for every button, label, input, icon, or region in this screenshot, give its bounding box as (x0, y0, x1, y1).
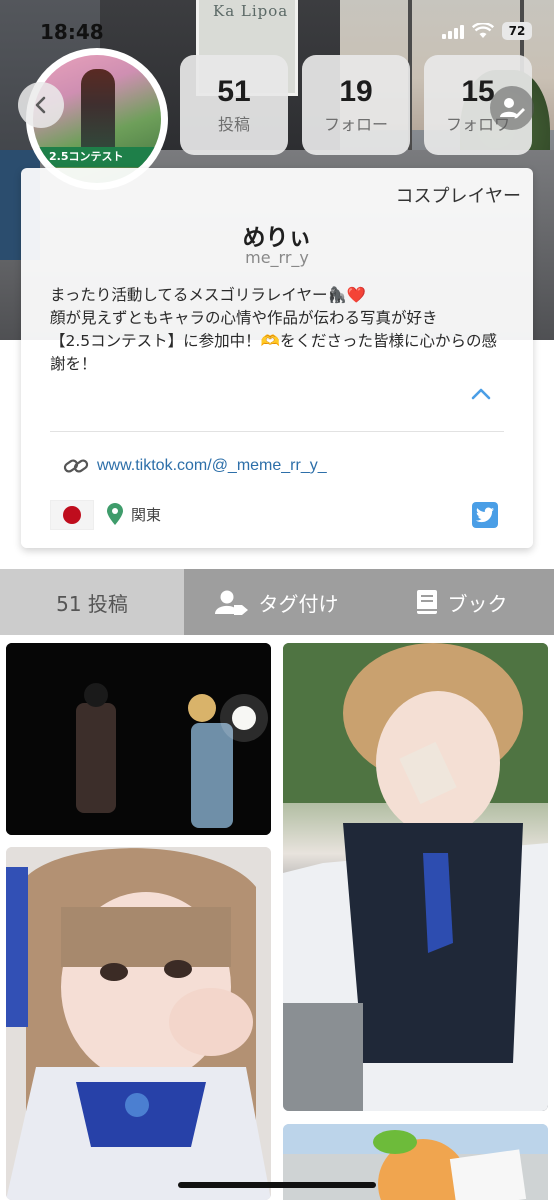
profile-link[interactable]: www.tiktok.com/@_meme_rr_y_ (63, 456, 327, 476)
profile-category: コスプレイヤー (395, 186, 521, 207)
tab-posts[interactable]: 51 投稿 (0, 569, 184, 635)
status-time: 18:48 (40, 20, 104, 44)
tag-person-icon (214, 590, 248, 615)
card-divider (50, 431, 504, 432)
content-tabs: 51 投稿 タグ付け ブック (0, 569, 554, 635)
twitter-bird-icon (476, 507, 494, 523)
tab-posts-label: 51 投稿 (56, 591, 128, 616)
chevron-up-icon (471, 388, 491, 400)
tab-book-label: ブック (447, 591, 508, 616)
profile-bio: まったり活動してるメスゴリラレイヤー🦍❤️ 顔が見えずともキャラの心情や作品が伝… (50, 284, 520, 376)
stage-performance-photo (6, 643, 271, 835)
edit-profile-button[interactable] (490, 86, 534, 130)
profile-location-text: 関東 (131, 505, 162, 524)
status-icons: 72 (442, 22, 532, 40)
stat-posts-label: 投稿 (217, 115, 250, 134)
avatar-banner-text: 2.5コンテスト (37, 147, 157, 167)
home-indicator (178, 1182, 376, 1188)
profile-screen: Ka Lipoa 18:48 72 2.5コンテスト 51 投稿 19 フォロー… (0, 0, 554, 1200)
bio-line: 【2.5コンテスト】に参加中！🫶をくださった皆様に心からの感 (50, 332, 497, 350)
profile-location: 関東 (107, 503, 161, 525)
outdoor-cosplay-photo (283, 1124, 548, 1200)
tab-book[interactable]: ブック (369, 569, 554, 635)
tab-tagged-label: タグ付け (258, 591, 339, 616)
japan-flag-icon (50, 500, 94, 530)
cosplay-selfie-photo (6, 847, 271, 1200)
cellular-signal-icon (442, 23, 464, 39)
battery-indicator: 72 (502, 22, 532, 40)
cosplay-portrait-photo (283, 643, 548, 1111)
chevron-left-icon (35, 96, 46, 114)
profile-name: めりぃ (242, 225, 312, 251)
bio-line: まったり活動してるメスゴリラレイヤー🦍❤️ (50, 286, 367, 304)
book-icon (416, 590, 437, 614)
post-thumbnail[interactable] (6, 643, 271, 835)
stat-following-count: 19 (339, 75, 373, 108)
back-button[interactable] (18, 82, 64, 128)
stat-following-label: フォロー (323, 115, 388, 134)
location-pin-icon (107, 503, 123, 525)
profile-handle: me_rr_y (245, 248, 309, 267)
post-thumbnail[interactable] (283, 643, 548, 1111)
tab-tagged[interactable]: タグ付け (184, 569, 369, 635)
profile-link-text[interactable]: www.tiktok.com/@_meme_rr_y_ (97, 457, 327, 475)
profile-card: コスプレイヤー めりぃ me_rr_y まったり活動してるメスゴリラレイヤー🦍❤… (21, 168, 533, 548)
person-edit-icon (500, 98, 525, 119)
twitter-button[interactable] (472, 502, 498, 528)
stat-following[interactable]: 19 フォロー (302, 55, 410, 155)
link-icon (63, 459, 89, 473)
stat-posts[interactable]: 51 投稿 (180, 55, 288, 155)
post-thumbnail[interactable] (283, 1124, 548, 1200)
bio-line: 顔が見えずともキャラの心情や作品が伝わる写真が好き (50, 309, 438, 327)
bio-line: 謝を！ (50, 355, 97, 373)
post-thumbnail[interactable] (6, 847, 271, 1200)
header-sign-text: Ka Lipoa (213, 2, 289, 20)
collapse-bio-button[interactable] (469, 382, 493, 406)
battery-level: 72 (508, 24, 526, 38)
wifi-icon (472, 23, 494, 38)
stat-posts-count: 51 (217, 75, 251, 108)
